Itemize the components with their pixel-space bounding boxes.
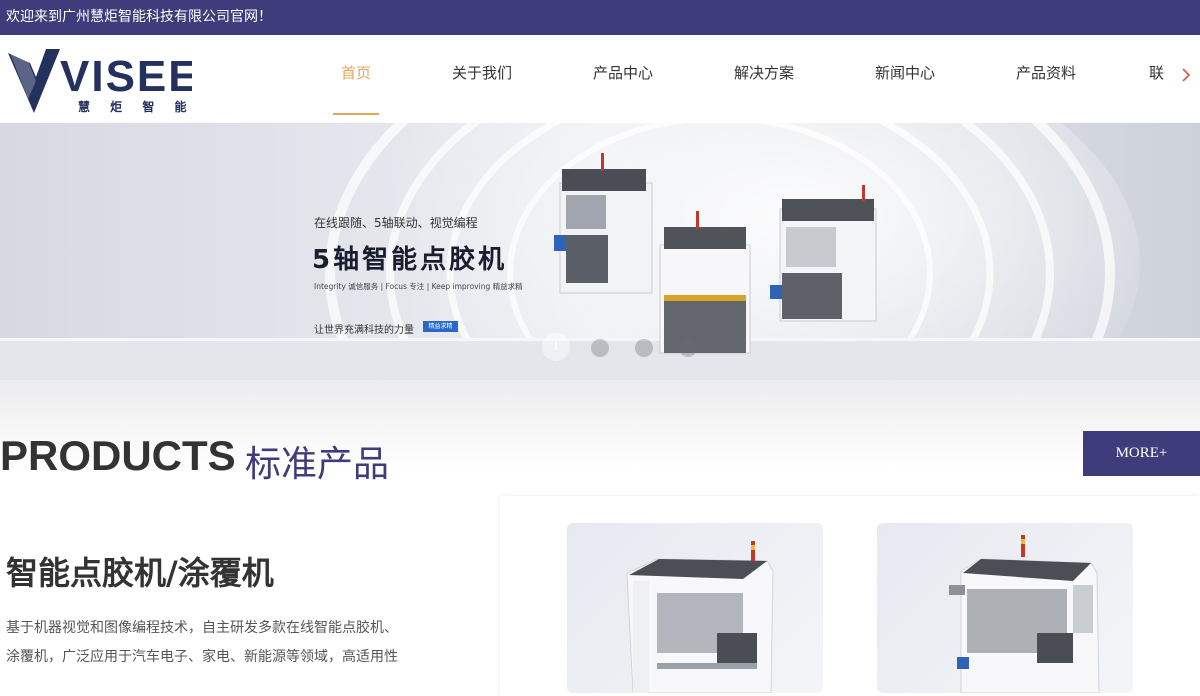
product-image (626, 541, 774, 693)
product-image (949, 535, 1100, 693)
nav-item-label: 首页 (340, 64, 371, 82)
product-carousel (500, 496, 1200, 696)
nav-item-label: 联 (1149, 64, 1165, 82)
nav-item-label: 关于我们 (451, 64, 512, 82)
banner-badge: 精益求精 (423, 321, 458, 332)
svg-text:VISEE: VISEE (60, 52, 192, 101)
chevron-right-icon (1182, 68, 1191, 82)
top-welcome-bar: 欢迎来到广州慧炬智能科技有限公司官网！ (0, 0, 1200, 35)
banner-subtitle: Integrity 诚信服务 | Focus 专注 | Keep improvi… (314, 282, 523, 291)
nav-item-home[interactable]: 首页 (333, 35, 379, 123)
machine-graphic (554, 153, 653, 294)
nav-item-label: 解决方案 (733, 64, 794, 82)
svg-text:慧 炬 智 能: 慧 炬 智 能 (78, 99, 192, 114)
more-button[interactable]: MORE+ (1083, 431, 1200, 476)
nav-active-underline (333, 113, 379, 115)
nav-item-downloads[interactable]: 产品资料 (1008, 35, 1084, 123)
nav-next-button[interactable] (1178, 63, 1194, 87)
products-section: PRODUCTS 标准产品 MORE+ 智能点胶机/涂覆机 基于机器视觉和图像编… (0, 380, 1200, 696)
carousel-dot-4[interactable] (679, 339, 697, 357)
welcome-text: 欢迎来到广州慧炬智能科技有限公司官网！ (6, 9, 272, 25)
hero-banner[interactable]: 在线跟随、5轴联动、视觉编程 5轴智能点胶机 Integrity 诚信服务 | … (0, 123, 1200, 380)
category-description: 基于机器视觉和图像编程技术，自主研发多款在线智能点胶机、涂覆机，广泛应用于汽车电… (6, 620, 398, 665)
carousel-dot-2[interactable] (591, 339, 609, 357)
nav-item-news[interactable]: 新闻中心 (867, 35, 943, 123)
banner-tagline: 在线跟随、5轴联动、视觉编程 (314, 216, 478, 230)
banner-title: 5轴智能点胶机 (312, 245, 508, 275)
product-card[interactable] (877, 523, 1133, 693)
nav-item-contact[interactable]: 联 (1149, 35, 1170, 123)
site-header: VISEE 慧 炬 智 能 首页 关于我们 产品中心 解决方案 新闻中心 产品资… (0, 35, 1200, 123)
nav-item-products[interactable]: 产品中心 (585, 35, 661, 123)
banner-slogan: 让世界充满科技的力量 (314, 325, 414, 336)
nav-item-solutions[interactable]: 解决方案 (726, 35, 802, 123)
section-title-cn: 标准产品 (245, 444, 390, 485)
carousel-dot-1[interactable]: 1 (542, 333, 570, 361)
category-title[interactable]: 智能点胶机/涂覆机 (6, 548, 274, 594)
nav-item-label: 产品资料 (1015, 64, 1076, 82)
main-nav: 首页 关于我们 产品中心 解决方案 新闻中心 产品资料 联 (300, 35, 1170, 123)
nav-item-label: 新闻中心 (874, 64, 935, 82)
nav-item-label: 产品中心 (592, 64, 653, 82)
site-logo[interactable]: VISEE 慧 炬 智 能 (6, 41, 198, 117)
product-card[interactable] (567, 523, 823, 693)
nav-item-about[interactable]: 关于我们 (444, 35, 520, 123)
visee-logo-icon: VISEE 慧 炬 智 能 (8, 49, 198, 114)
carousel-dot-3[interactable] (635, 339, 653, 357)
section-title-en: PRODUCTS (0, 432, 236, 479)
